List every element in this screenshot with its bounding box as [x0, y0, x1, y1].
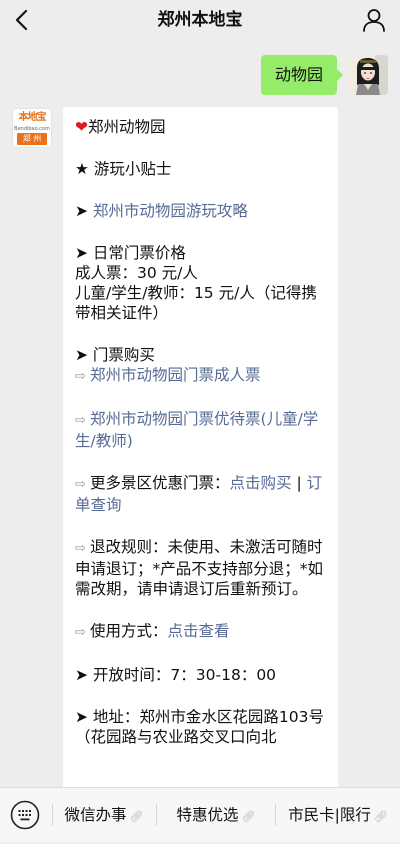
opening-hours: 开放时间：7：30-18：00 — [92, 666, 277, 684]
chat-title: 郑州本地宝 — [157, 10, 243, 30]
link-icon: 🔗︎ — [373, 810, 388, 823]
guide-line: ➤ 郑州市动物园游玩攻略 — [75, 201, 326, 221]
user-message-text: 动物园 — [274, 65, 323, 84]
menu-item-label: 市民卡|限行 — [288, 806, 371, 824]
bot-message-bubble: ❤郑州动物园 ★ 游玩小贴士 ➤ 郑州市动物园游玩攻略 ➤ 日常门票价格 成人票… — [63, 107, 338, 807]
hollow-arrow-icon: ⇨ — [75, 625, 91, 640]
bottom-menu-bar: 微信办事 🔗︎ 特惠优选 🔗︎ 市民卡|限行 🔗︎ — [0, 787, 400, 842]
hours-line: ➤ 开放时间：7：30-18：00 — [75, 665, 326, 685]
logo-domain: Bendibao.com — [14, 126, 50, 132]
bendibao-logo-avatar[interactable]: 本地宝 Bendibao.com 郑 州 — [12, 108, 52, 148]
hollow-arrow-icon: ⇨ — [75, 541, 91, 556]
child-price: 儿童/学生/教师：15 元/人（记得携带相关证件） — [75, 284, 317, 322]
menu-item-special-offers[interactable]: 特惠优选 🔗︎ — [157, 788, 275, 842]
person-icon[interactable] — [360, 6, 388, 34]
refund-label: 退改规则： — [90, 538, 168, 556]
usage-label: 使用方式： — [90, 622, 168, 640]
logo-text: 本地宝 — [18, 112, 47, 123]
navbar: 郑州本地宝 — [0, 0, 400, 40]
usage-link[interactable]: 点击查看 — [168, 622, 230, 640]
arrow-right-icon: ➤ — [75, 202, 93, 220]
user-message-bubble[interactable]: 动物园 — [261, 55, 343, 95]
refund-line: ⇨ 退改规则：未使用、未激活可随时申请退订；*产品不支持部分退；*如需改期，请申… — [75, 537, 326, 599]
buy-heading-line: ➤ 门票购买 — [75, 345, 326, 365]
guide-link[interactable]: 郑州市动物园游玩攻略 — [93, 202, 248, 220]
keyboard-icon[interactable] — [10, 800, 40, 830]
link-icon: 🔗︎ — [129, 810, 144, 823]
arrow-right-icon: ➤ — [75, 708, 93, 726]
heart-icon: ❤ — [75, 118, 88, 136]
message-title-line: ❤郑州动物园 — [75, 117, 326, 137]
more-tickets-line: ⇨ 更多景区优惠门票：点击购买 | 订单查询 — [75, 473, 326, 515]
tips-heading: ★ 游玩小贴士 — [75, 160, 172, 178]
message-title: 郑州动物园 — [88, 118, 166, 136]
address-text: 地址：郑州市金水区花园路103号（花园路与农业路交叉口向北 — [75, 708, 325, 746]
adult-ticket-line: ⇨ 郑州市动物园门票成人票 — [75, 365, 326, 387]
arrow-right-icon: ➤ — [75, 244, 93, 262]
link-icon: 🔗︎ — [241, 810, 256, 823]
price-heading-line: ➤ 日常门票价格 — [75, 243, 326, 263]
adult-ticket-link[interactable]: 郑州市动物园门票成人票 — [90, 366, 261, 384]
menu-item-label: 微信办事 — [64, 806, 127, 824]
usage-line: ⇨ 使用方式：点击查看 — [75, 621, 326, 643]
discount-ticket-link[interactable]: 郑州市动物园门票优待票(儿童/学生/教师) — [75, 410, 318, 450]
buy-link[interactable]: 点击购买 — [230, 474, 292, 492]
discount-ticket-line: ⇨ 郑州市动物园门票优待票(儿童/学生/教师) — [75, 409, 326, 451]
link-separator: | — [291, 474, 307, 492]
user-avatar[interactable] — [348, 55, 388, 95]
address-line: ➤ 地址：郑州市金水区花园路103号（花园路与农业路交叉口向北 — [75, 707, 326, 747]
arrow-right-icon: ➤ — [75, 346, 93, 364]
more-tickets-label: 更多景区优惠门票： — [90, 474, 230, 492]
hollow-arrow-icon: ⇨ — [75, 413, 91, 428]
menu-item-label: 特惠优选 — [176, 806, 239, 824]
price-heading: 日常门票价格 — [92, 244, 186, 262]
buy-heading: 门票购买 — [92, 346, 155, 364]
hollow-arrow-icon: ⇨ — [75, 369, 91, 384]
hollow-arrow-icon: ⇨ — [75, 477, 91, 492]
logo-city-label: 郑 州 — [17, 133, 47, 145]
adult-price: 成人票：30 元/人 — [75, 264, 198, 282]
menu-item-wechat-services[interactable]: 微信办事 🔗︎ — [52, 788, 156, 842]
menu-item-citizen-card[interactable]: 市民卡|限行 🔗︎ — [276, 788, 400, 842]
arrow-right-icon: ➤ — [75, 666, 93, 684]
